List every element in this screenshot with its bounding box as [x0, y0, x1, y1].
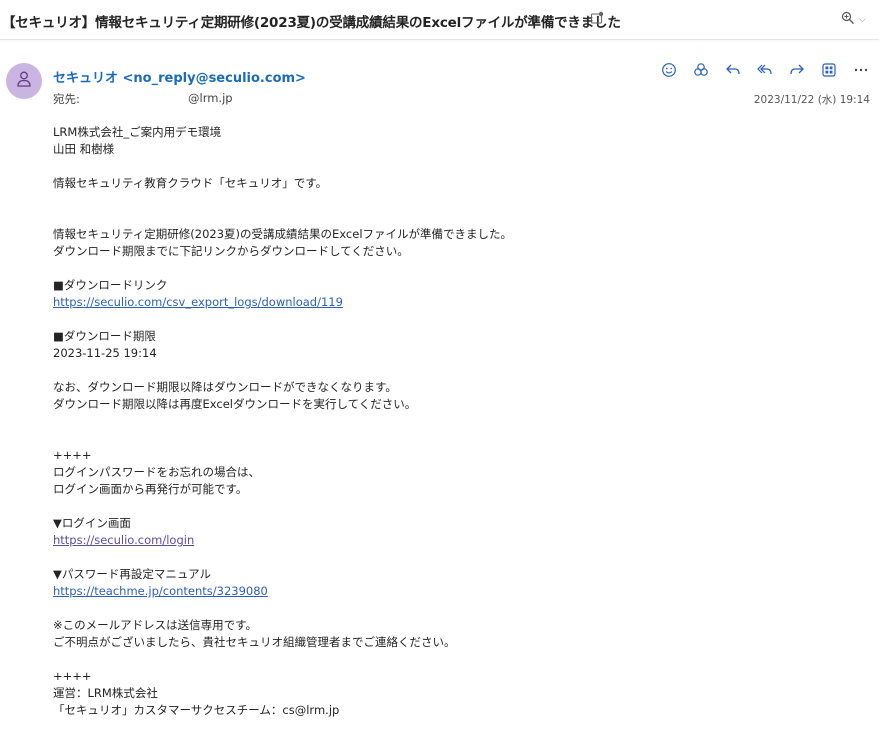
more-button[interactable]: [849, 60, 873, 84]
note-line-1: なお、ダウンロード期限以降はダウンロードができなくなります。: [53, 380, 397, 394]
sent-date: 2023/11/22 (水) 19:14: [753, 94, 870, 106]
deadline-heading: ■ダウンロード期限: [53, 329, 156, 343]
person-icon: [16, 70, 32, 92]
message-line-2: ダウンロード期限までに下記リンクからダウンロードしてください。: [53, 244, 409, 258]
message-actions: [657, 60, 873, 84]
email-subject: 【セキュリオ】情報セキュリティ定期研修(2023夏)の受講成績結果のExcelフ…: [2, 15, 621, 31]
apps-icon: [693, 62, 709, 82]
greeting-name: 山田 和樹様: [53, 142, 115, 156]
email-body: LRM株式会社_ご案内用デモ環境 山田 和樹様 情報セキュリティ教育クラウド「セ…: [53, 124, 853, 719]
to-label: 宛先:: [53, 92, 80, 106]
chevron-down-icon: ⌵: [859, 14, 866, 25]
manual-heading: ▼パスワード再設定マニュアル: [53, 567, 211, 581]
separator: ++++: [53, 448, 92, 462]
to-recipient[interactable]: @lrm.jp: [188, 91, 233, 105]
login-heading: ▼ログイン画面: [53, 516, 131, 530]
zoom-button[interactable]: ⌵: [841, 10, 866, 29]
reply-icon: [725, 62, 741, 82]
apps-button[interactable]: [689, 60, 713, 84]
password-note-1: ログインパスワードをお忘れの場合は、: [53, 465, 260, 479]
reply-all-button[interactable]: [753, 60, 777, 84]
send-only-note-1: ※このメールアドレスは送信専用です。: [53, 618, 257, 632]
password-note-2: ログイン画面から再発行が可能です。: [53, 482, 248, 496]
greeting-company: LRM株式会社_ご案内用デモ環境: [53, 125, 222, 139]
emoji-button[interactable]: [657, 60, 681, 84]
chevron-down-icon: ⌵: [608, 14, 615, 25]
avatar[interactable]: [6, 63, 42, 99]
reply-button[interactable]: [721, 60, 745, 84]
more-icon: [853, 62, 869, 82]
team-line: 「セキュリオ」カスタマーサクセスチーム：cs@lrm.jp: [53, 703, 340, 717]
operator-line: 運営：LRM株式会社: [53, 686, 158, 700]
reply-all-icon: [757, 62, 773, 82]
emoji-icon: [661, 62, 677, 82]
download-link[interactable]: https://seculio.com/csv_export_logs/down…: [53, 295, 343, 309]
intro-text: 情報セキュリティ教育クラウド「セキュリオ」です。: [53, 176, 328, 190]
tag-button[interactable]: ⌵: [590, 10, 615, 29]
download-link-heading: ■ダウンロードリンク: [53, 278, 168, 292]
grid-icon: [821, 62, 837, 82]
login-link[interactable]: https://seculio.com/login: [53, 533, 194, 547]
note-line-2: ダウンロード期限以降は再度Excelダウンロードを実行してください。: [53, 397, 417, 411]
forward-button[interactable]: [785, 60, 809, 84]
forward-icon: [789, 62, 805, 82]
zoom-icon: [841, 10, 855, 29]
message-line-1: 情報セキュリティ定期研修(2023夏)の受講成績結果のExcelファイルが準備で…: [53, 227, 513, 241]
tag-icon: [590, 10, 604, 29]
sender-name[interactable]: セキュリオ <no_reply@seculio.com>: [53, 67, 306, 86]
deadline-value: 2023-11-25 19:14: [53, 346, 157, 360]
separator: ++++: [53, 669, 92, 683]
manual-link[interactable]: https://teachme.jp/contents/3239080: [53, 584, 268, 598]
grid-button[interactable]: [817, 60, 841, 84]
subject-bar: 【セキュリオ】情報セキュリティ定期研修(2023夏)の受講成績結果のExcelフ…: [0, 0, 879, 40]
send-only-note-2: ご不明点がございましたら、貴社セキュリオ組織管理者までご連絡ください。: [53, 635, 456, 649]
